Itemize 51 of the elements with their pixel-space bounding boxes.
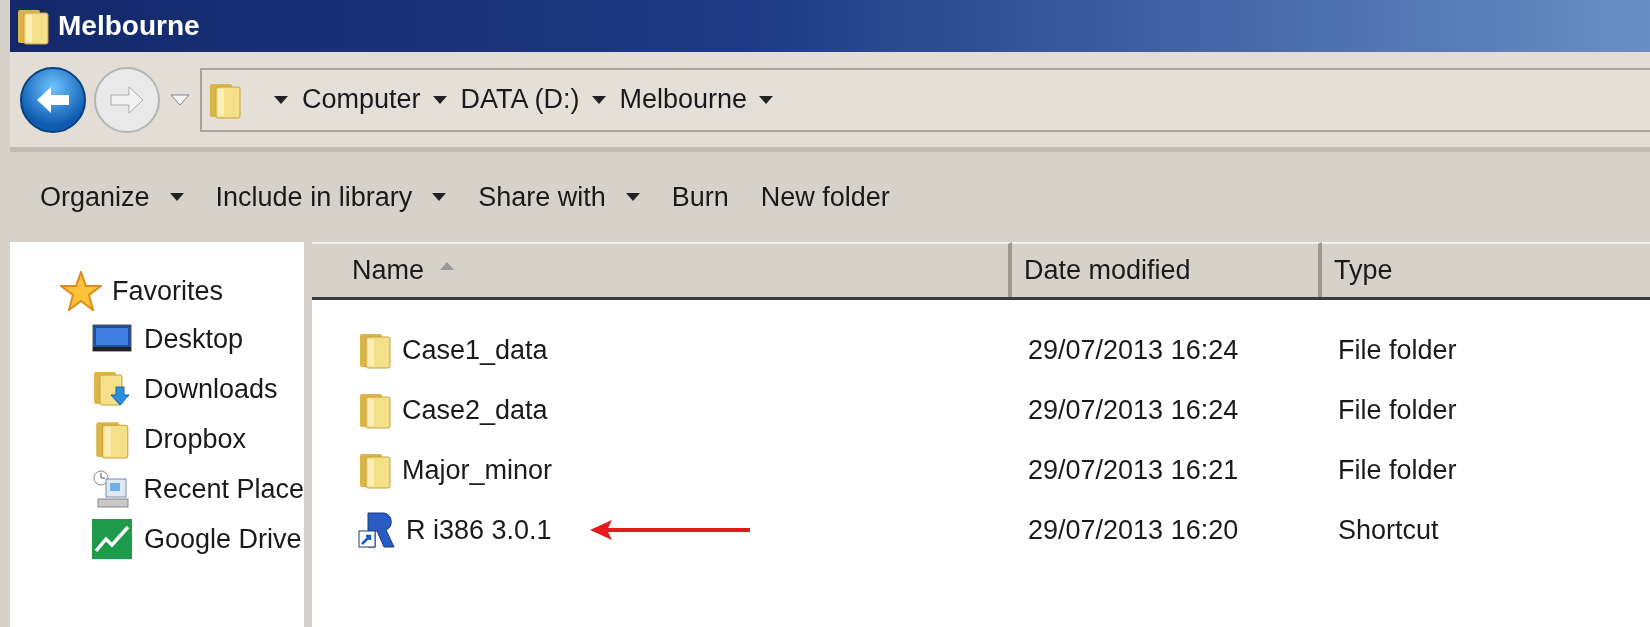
breadcrumb-arrow-icon [759,95,774,104]
date-cell-text: 29/07/2013 16:21 [1027,453,1240,487]
breadcrumb-arrow-icon [274,95,288,104]
back-arrow-icon [35,84,71,115]
dropdown-arrow-icon [432,193,447,201]
monitor-icon [92,323,132,355]
sidebar-item[interactable]: Google Drive [144,518,302,560]
dropdown-arrow-icon [169,193,184,201]
file-name[interactable]: Major_minor [402,449,553,491]
sort-ascending-icon [440,261,455,270]
star-icon [60,271,102,311]
type-cell-text: File folder [1337,453,1457,487]
toolbar-button[interactable]: Burn [671,168,729,226]
folder-icon [358,391,392,429]
toolbar-button[interactable]: Include in library [215,168,447,226]
toolbar-button[interactable]: Share with [478,168,640,226]
recent-places-icon [91,469,132,509]
column-header[interactable]: Name [312,242,1012,297]
breadcrumb-arrow-icon [591,95,606,104]
breadcrumb-item[interactable]: DATA (D:) [460,79,580,120]
folder-icon [358,451,392,489]
type-cell-text: File folder [1337,393,1457,427]
dropdown-arrow-icon [625,193,640,201]
file-name[interactable]: R i386 3.0.1 [406,509,552,551]
sidebar-item[interactable]: Recent Place [143,468,304,510]
breadcrumb-arrow-icon [432,95,447,104]
shortcut-icon [358,511,396,549]
folder-download-icon [92,369,132,409]
folder-icon [94,419,130,459]
toolbar-button[interactable]: New folder [760,168,890,226]
date-cell-text: 29/07/2013 16:20 [1027,513,1240,547]
type-cell-text: Shortcut [1337,513,1439,547]
sidebar-item[interactable]: Desktop [144,318,244,360]
date-cell-text: 29/07/2013 16:24 [1027,333,1240,367]
toolbar-button[interactable]: Organize [40,168,184,226]
window-title: Melbourne [58,9,200,43]
column-header[interactable]: Type [1322,242,1650,297]
address-bar[interactable]: Computer DATA (D:) Melbourne [200,67,1650,132]
date-cell-text: 29/07/2013 16:24 [1027,393,1240,427]
breadcrumb-item[interactable]: Melbourne [619,79,748,120]
chart-icon [92,519,132,559]
type-cell-text: File folder [1337,333,1457,367]
sidebar-item[interactable]: Dropbox [144,418,247,460]
sidebar-item[interactable]: Downloads [144,368,278,410]
forward-arrow-icon [109,84,145,115]
file-name[interactable]: Case1_data [402,329,548,371]
folder-icon [358,331,392,369]
file-name[interactable]: Case2_data [402,389,548,431]
column-header[interactable]: Date modified [1012,242,1322,297]
breadcrumb-item[interactable]: Computer [302,79,421,120]
sidebar-group[interactable]: Favorites [112,270,224,312]
